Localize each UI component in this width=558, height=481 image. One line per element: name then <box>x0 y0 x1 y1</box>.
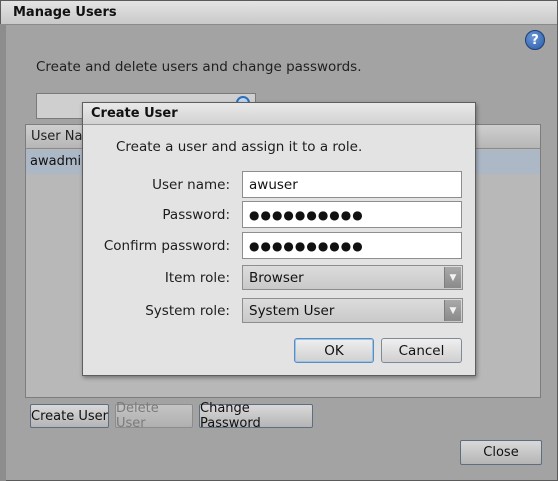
change-password-button[interactable]: Change Password <box>199 401 313 431</box>
password-label: Password: <box>162 207 230 223</box>
create-user-dialog: Create User Create a user and assign it … <box>82 102 476 376</box>
system-role-label: System role: <box>145 303 230 319</box>
password-field[interactable]: ●●●●●●●●●● <box>242 201 462 228</box>
chevron-down-icon[interactable]: ▼ <box>444 267 461 288</box>
system-role-select[interactable]: System User ▼ <box>242 298 463 323</box>
dialog-description: Create a user and assign it to a role. <box>116 139 363 155</box>
item-role-value: Browser <box>249 270 304 286</box>
window-title: Manage Users <box>1 1 557 25</box>
system-role-value: System User <box>249 303 335 319</box>
confirm-password-label: Confirm password: <box>103 238 230 254</box>
background-strip <box>0 24 6 481</box>
delete-user-button[interactable]: Delete User <box>115 401 193 431</box>
user-name-field[interactable]: awuser <box>242 171 462 198</box>
create-user-button[interactable]: Create User <box>30 404 109 428</box>
item-role-label: Item role: <box>164 270 230 286</box>
item-role-select[interactable]: Browser ▼ <box>242 265 463 290</box>
dialog-title: Create User <box>83 103 475 125</box>
window-description: Create and delete users and change passw… <box>36 59 362 75</box>
close-button[interactable]: Close <box>460 440 542 465</box>
confirm-password-field[interactable]: ●●●●●●●●●● <box>242 232 462 259</box>
help-icon[interactable]: ? <box>525 30 545 50</box>
cancel-button[interactable]: Cancel <box>381 338 462 363</box>
ok-button[interactable]: OK <box>294 338 374 363</box>
user-name-cell: awadmin <box>30 154 90 169</box>
user-name-label: User name: <box>152 177 230 193</box>
chevron-down-icon[interactable]: ▼ <box>444 300 461 321</box>
